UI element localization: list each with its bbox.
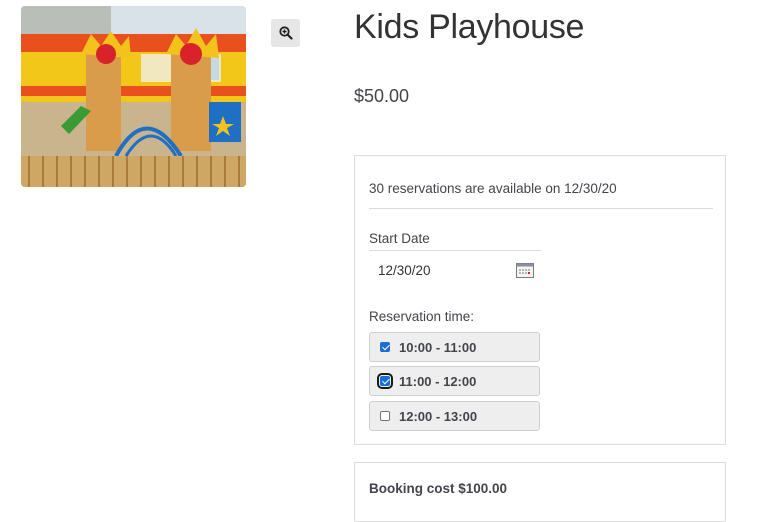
- time-slot-10-11[interactable]: 10:00 - 11:00: [369, 332, 540, 362]
- slot-checkbox[interactable]: [380, 342, 390, 352]
- product-image[interactable]: [21, 6, 246, 187]
- start-date-field[interactable]: 12/30/20: [369, 256, 541, 284]
- zoom-in-icon: [278, 26, 293, 40]
- slot-label: 11:00 - 12:00: [399, 373, 477, 389]
- divider: [369, 250, 541, 251]
- product-title: Kids Playhouse: [354, 8, 585, 46]
- product-price: $50.00: [354, 86, 410, 106]
- playground-photo: [21, 6, 246, 187]
- availability-notice: 30 reservations are available on 12/30/2…: [369, 181, 617, 196]
- reservation-time-label: Reservation time:: [369, 309, 475, 324]
- calendar-icon[interactable]: [516, 262, 534, 278]
- slot-checkbox[interactable]: [377, 373, 393, 389]
- zoom-button[interactable]: [271, 19, 300, 47]
- start-date-label: Start Date: [369, 231, 430, 246]
- divider: [369, 208, 713, 209]
- time-slot-11-12[interactable]: 11:00 - 12:00: [369, 366, 540, 396]
- booking-cost: Booking cost $100.00: [369, 481, 508, 496]
- slot-label: 12:00 - 13:00: [399, 408, 478, 424]
- slot-checkbox[interactable]: [380, 411, 390, 421]
- time-slot-12-13[interactable]: 12:00 - 13:00: [369, 401, 540, 431]
- slot-label: 10:00 - 11:00: [399, 339, 477, 355]
- start-date-value[interactable]: 12/30/20: [378, 263, 516, 278]
